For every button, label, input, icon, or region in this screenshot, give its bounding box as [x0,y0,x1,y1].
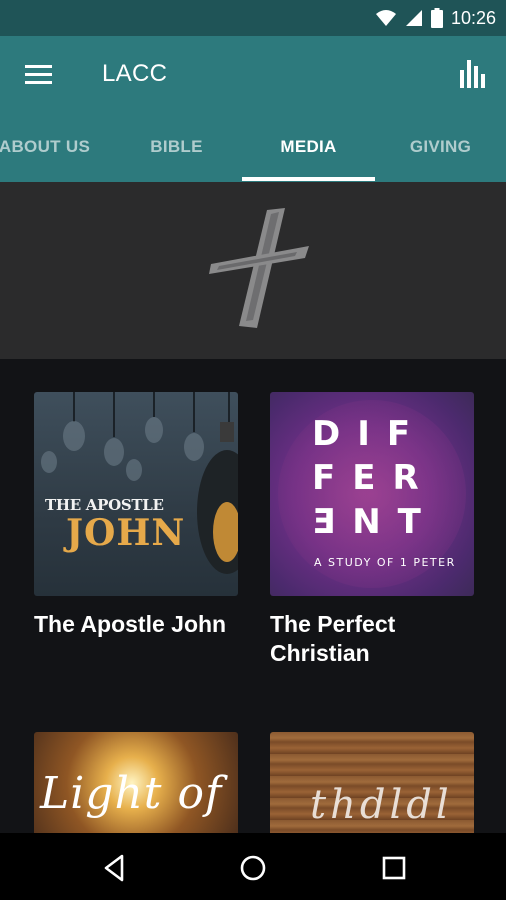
app-title: LACC [102,60,168,87]
media-thumbnail[interactable]: THE APOSTLE JOHN [34,392,238,596]
media-card-title: The Apostle John [34,611,227,637]
tab-bible[interactable]: BIBLE [110,114,243,182]
recents-icon[interactable] [377,851,411,885]
tab-media[interactable]: MEDIA [242,114,375,182]
status-bar: 10:26 [0,0,506,36]
media-card-apostle-john[interactable]: THE APOSTLE JOHN The Apostle John [34,392,238,639]
thumb-text-big: JOHN [66,512,186,554]
media-card-wood[interactable]: thdldl [270,732,474,833]
signal-icon [405,10,422,26]
media-thumbnail[interactable]: Light of [34,732,238,833]
thumb-word-line: ƎNT [312,502,438,542]
thumb-text: thdldl [310,782,453,828]
bar-chart-icon[interactable] [458,56,488,90]
tab-bar: ABOUT US BIBLE MEDIA GIVING [0,114,506,182]
media-thumbnail[interactable]: thdldl [270,732,474,833]
tab-giving[interactable]: GIVING [374,114,506,182]
media-card-perfect-christian[interactable]: DIF FER ƎNT A STUDY OF 1 PETER The Perfe… [270,392,474,668]
home-icon[interactable] [236,851,270,885]
system-nav-bar [0,833,506,900]
media-grid: THE APOSTLE JOHN The Apostle John DIF FE… [0,359,506,833]
thumb-word-line: DIF [312,414,428,454]
back-icon[interactable] [98,851,132,885]
tab-indicator [242,177,375,181]
media-thumbnail[interactable]: DIF FER ƎNT A STUDY OF 1 PETER [270,392,474,596]
thumb-subtitle: A STUDY OF 1 PETER [314,556,456,569]
media-card-light-of[interactable]: Light of [34,732,238,833]
wifi-icon [375,10,396,26]
thumb-word-line: FER [312,458,436,498]
app-bar: LACC [0,36,506,114]
menu-icon[interactable] [24,60,54,90]
lightbulbs-image [41,392,238,574]
tab-about-us[interactable]: ABOUT US [0,114,111,182]
banner [0,182,506,359]
status-icons: 10:26 [375,6,496,30]
battery-icon [430,8,443,28]
status-time: 10:26 [450,7,496,28]
cross-logo-icon [209,208,309,328]
thumb-text: Light of [40,768,223,819]
media-card-title: The Perfect Christian [270,611,396,666]
